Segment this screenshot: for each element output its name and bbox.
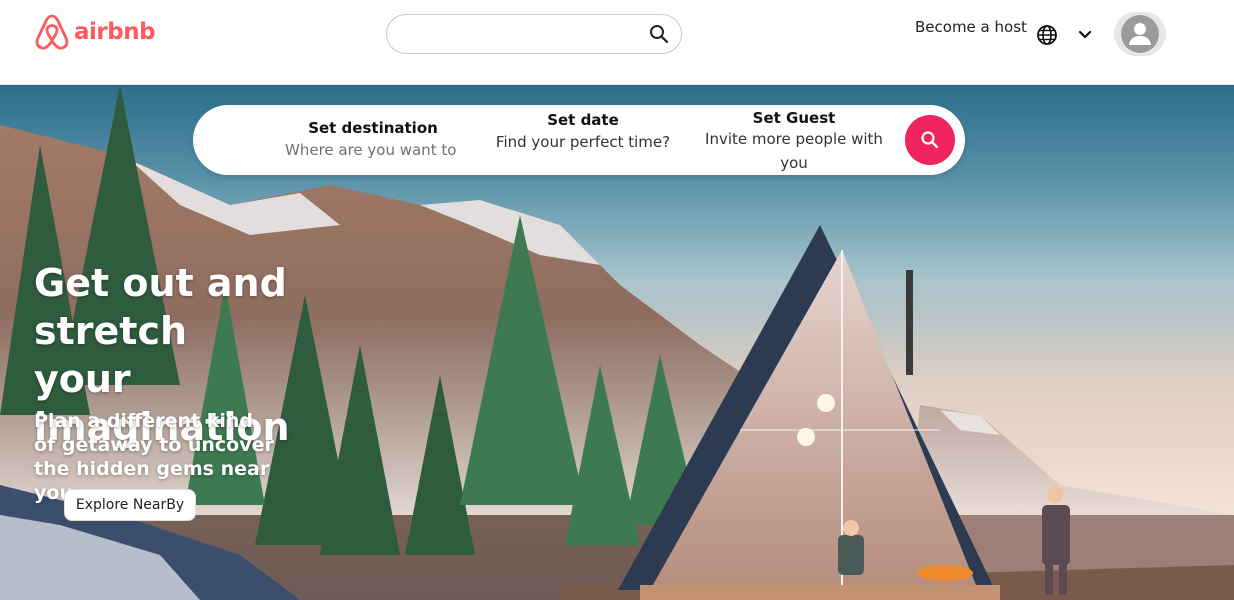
brand-name: airbnb: [74, 19, 156, 45]
destination-label: Set destination: [308, 119, 438, 137]
profile-menu-button[interactable]: [1114, 12, 1166, 56]
top-navigation-bar: airbnb Become a host: [0, 0, 1234, 85]
hero-section: Set destination Where are you want to g …: [0, 85, 1234, 600]
user-avatar-icon: [1121, 15, 1159, 53]
booking-search-pill: Set destination Where are you want to g …: [193, 105, 965, 175]
guest-subtitle: Invite more people with you: [705, 130, 883, 172]
search-icon: [921, 131, 939, 149]
airbnb-belo-icon: [35, 14, 69, 50]
date-label: Set date: [547, 111, 619, 129]
guest-label: Set Guest: [752, 109, 836, 127]
explore-nearby-button[interactable]: Explore NearBy: [64, 489, 196, 521]
search-submit-button[interactable]: [905, 115, 955, 165]
destination-field[interactable]: Set destination Where are you want to g: [283, 119, 463, 159]
globe-icon[interactable]: [1036, 24, 1058, 50]
date-subtitle: Find your perfect time?: [495, 133, 671, 151]
chevron-down-icon[interactable]: [1077, 27, 1093, 47]
become-host-link[interactable]: Become a host: [915, 18, 1027, 36]
header-search-bar[interactable]: [386, 14, 682, 54]
header-search-input[interactable]: [401, 23, 641, 45]
airbnb-logo[interactable]: airbnb: [34, 12, 156, 52]
date-field[interactable]: Set date Find your perfect time?: [493, 111, 673, 151]
guest-field[interactable]: Set Guest Invite more people with you: [703, 109, 885, 175]
search-icon[interactable]: [649, 24, 669, 48]
destination-input[interactable]: Where are you want to g: [285, 141, 461, 159]
